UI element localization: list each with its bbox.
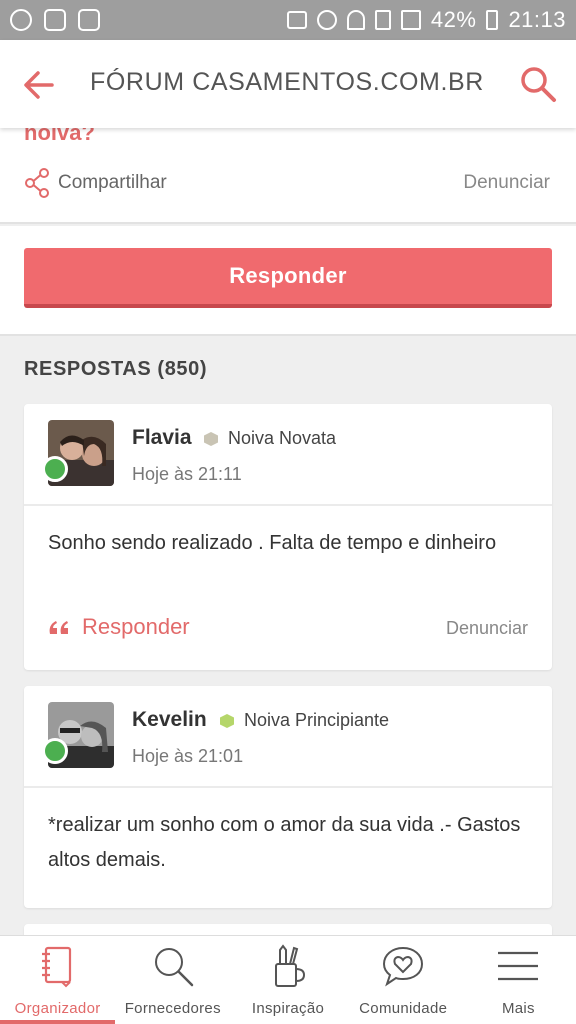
response-body: Sonho sendo realizado . Falta de tempo e… — [48, 532, 497, 554]
responses-heading: RESPOSTAS (850) — [24, 358, 208, 380]
whatsapp-icon — [10, 9, 32, 31]
nav-label: Organizador — [14, 1000, 101, 1017]
author-name[interactable]: Kevelin — [132, 708, 207, 732]
bottom-navigation: Organizador Fornecedores Inspiração Comu… — [0, 935, 576, 1024]
nav-mais[interactable]: Mais — [461, 936, 576, 1024]
nav-fornecedores[interactable]: Fornecedores — [115, 936, 230, 1024]
response-header: Flavia Noiva Novata Hoje às 21:11 — [24, 404, 552, 506]
post-footer: noiva? Compartilhar Denunciar — [0, 128, 576, 224]
nav-label: Fornecedores — [124, 1000, 221, 1017]
quote-icon — [49, 621, 68, 634]
nav-comunidade[interactable]: Comunidade — [346, 936, 461, 1024]
battery-icon — [486, 10, 499, 30]
reply-link-label: Responder — [82, 614, 190, 639]
signal-icon — [400, 10, 421, 30]
online-indicator — [42, 456, 68, 482]
page-title: FÓRUM CASAMENTOS.COM.BR — [90, 68, 484, 96]
arrow-left-icon[interactable] — [22, 68, 56, 102]
author-name[interactable]: Flavia — [132, 426, 192, 450]
search-icon — [154, 948, 194, 987]
report-link[interactable]: Denunciar — [446, 618, 528, 639]
search-icon[interactable] — [518, 64, 558, 104]
post-time: Hoje às 21:01 — [132, 746, 244, 766]
online-indicator — [42, 738, 68, 764]
reply-button[interactable]: Responder — [24, 248, 552, 308]
sim-icon — [374, 10, 391, 30]
notebook-icon — [41, 946, 71, 988]
status-bar: 42% 21:13 — [0, 0, 576, 40]
post-title-fragment: noiva? — [24, 128, 95, 145]
response-body: *realizar um sonho com o amor da sua vid… — [48, 814, 521, 871]
response-card: Flavia Noiva Novata Hoje às 21:11 Sonho … — [24, 404, 552, 670]
nav-label: Comunidade — [359, 1000, 448, 1017]
author-rank: Noiva Novata — [228, 428, 337, 448]
rank-badge-icon — [220, 714, 234, 728]
share-label: Compartilhar — [58, 172, 167, 193]
nav-inspiracao[interactable]: Inspiração — [230, 936, 345, 1024]
post-time: Hoje às 21:11 — [132, 464, 242, 484]
author-rank: Noiva Principiante — [244, 710, 390, 730]
rank-badge-icon — [204, 432, 218, 446]
pencil-cup-icon — [275, 944, 306, 987]
app-header: FÓRUM CASAMENTOS.COM.BR — [0, 40, 576, 128]
clock: 21:13 — [508, 7, 566, 32]
menu-icon — [498, 951, 539, 981]
battery-level: 42% — [430, 7, 477, 32]
chat-heart-icon — [383, 946, 424, 987]
report-post-link[interactable]: Denunciar — [463, 172, 550, 194]
reply-link[interactable]: Responder — [48, 614, 190, 640]
nav-label: Inspiração — [251, 1000, 325, 1017]
share-button[interactable]: Compartilhar — [24, 168, 167, 198]
alarm-icon — [316, 10, 337, 30]
nav-organizador[interactable]: Organizador — [0, 936, 116, 1024]
reply-area: Responder — [0, 226, 576, 336]
gallery-icon — [44, 9, 66, 31]
share-icon — [25, 168, 49, 198]
response-card: Kevelin Noiva Principiante Hoje às 21:01… — [24, 686, 552, 908]
wifi-icon — [346, 10, 365, 30]
nav-label: Mais — [501, 1000, 535, 1017]
mute-icon — [286, 11, 307, 29]
outlook-icon — [78, 9, 100, 31]
response-header: Kevelin Noiva Principiante Hoje às 21:01 — [24, 686, 552, 788]
